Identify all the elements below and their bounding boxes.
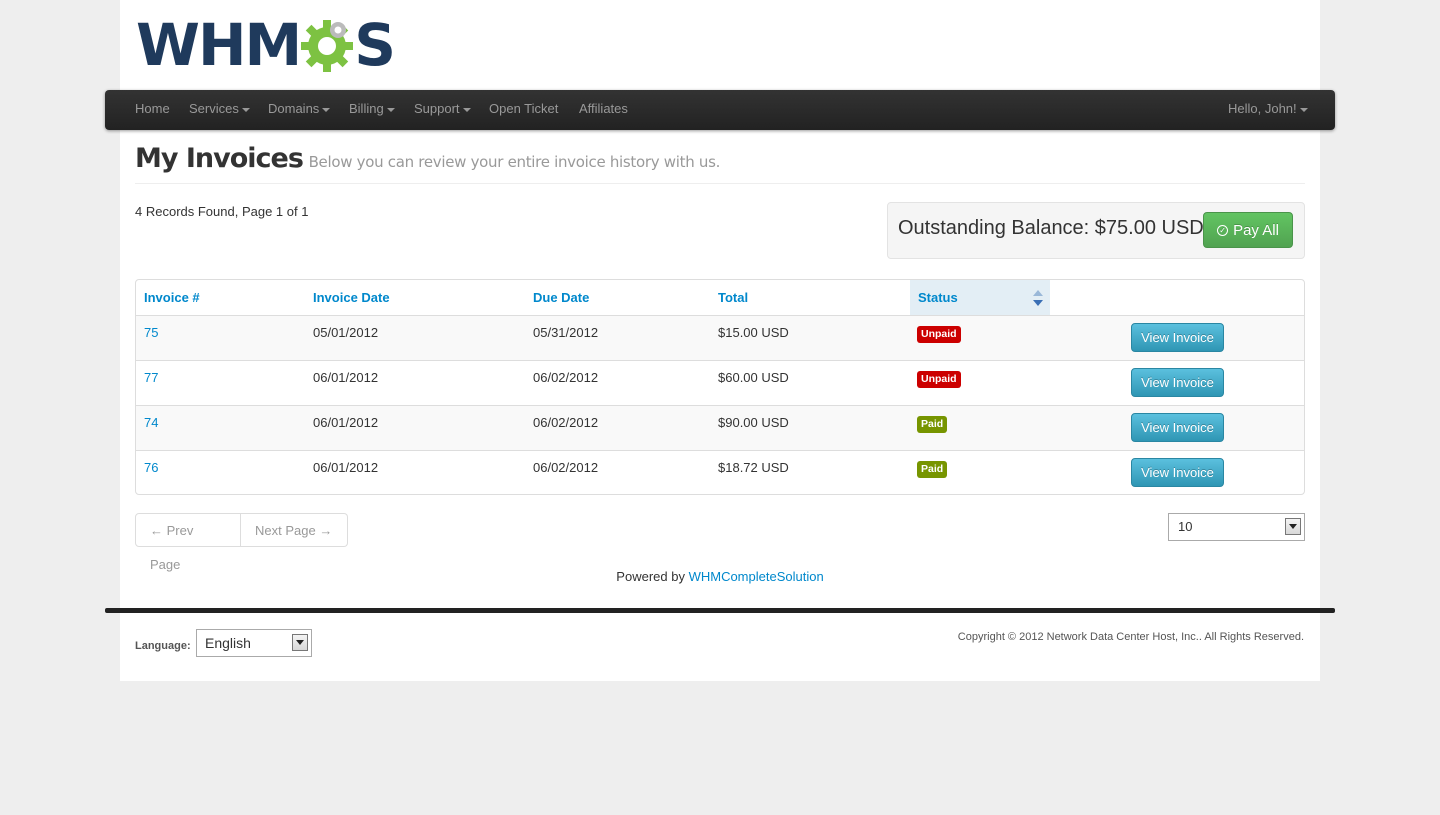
chevron-down-icon bbox=[1285, 518, 1301, 535]
column-header-due-date[interactable]: Due Date bbox=[533, 280, 589, 315]
table-header: Invoice # Invoice Date Due Date Total St… bbox=[136, 280, 1304, 316]
nav-home[interactable]: Home bbox=[135, 90, 170, 130]
due-date-cell: 06/02/2012 bbox=[533, 415, 599, 430]
status-badge: Paid bbox=[917, 416, 948, 433]
invoice-date-cell: 06/01/2012 bbox=[313, 370, 379, 385]
nav-billing-label: Billing bbox=[349, 101, 384, 116]
nav-affiliates-label: Affiliates bbox=[579, 101, 628, 116]
outstanding-balance-text: Outstanding Balance: $75.00 USD bbox=[898, 217, 1204, 239]
table-row: 76 06/01/2012 06/02/2012 $18.72 USD Paid… bbox=[136, 451, 1304, 494]
powered-by: Powered by WHMCompleteSolution bbox=[0, 569, 1440, 584]
status-badge: Unpaid bbox=[917, 326, 961, 343]
gear-icon bbox=[301, 20, 354, 72]
nav-home-label: Home bbox=[135, 101, 170, 116]
column-header-invoice-date[interactable]: Invoice Date bbox=[313, 280, 390, 315]
nav-open-ticket[interactable]: Open Ticket bbox=[489, 90, 558, 130]
logo-text-left: WHM bbox=[136, 11, 302, 79]
copyright-text: Copyright © 2012 Network Data Center Hos… bbox=[957, 631, 1304, 643]
page-subtitle: Below you can review your entire invoice… bbox=[308, 153, 721, 171]
language-value: English bbox=[205, 635, 251, 651]
prev-page-button[interactable]: ← Prev Page bbox=[135, 513, 241, 572]
column-header-total[interactable]: Total bbox=[718, 280, 748, 315]
invoice-number-link[interactable]: 77 bbox=[144, 361, 158, 405]
nav-domains-label: Domains bbox=[268, 101, 320, 116]
nav-affiliates[interactable]: Affiliates bbox=[579, 90, 628, 130]
page-title: My Invoices bbox=[135, 143, 304, 174]
invoice-number-link[interactable]: 75 bbox=[144, 316, 158, 360]
nav-services[interactable]: Services bbox=[189, 90, 250, 130]
column-header-status[interactable]: Status bbox=[918, 280, 958, 315]
nav-user-menu[interactable]: Hello, John! bbox=[1228, 90, 1308, 130]
language-select[interactable]: English bbox=[196, 629, 312, 657]
pagination: ← Prev Page Next Page → bbox=[135, 513, 348, 572]
nav-support[interactable]: Support bbox=[414, 90, 471, 130]
due-date-cell: 05/31/2012 bbox=[533, 325, 599, 340]
page-heading: My Invoices Below you can review your en… bbox=[135, 143, 1305, 184]
total-cell: $18.72 USD bbox=[718, 460, 789, 475]
total-cell: $15.00 USD bbox=[718, 325, 789, 340]
view-invoice-button[interactable]: View Invoice bbox=[1131, 323, 1224, 352]
status-badge: Paid bbox=[917, 461, 948, 478]
nav-domains[interactable]: Domains bbox=[268, 90, 331, 130]
total-cell: $90.00 USD bbox=[718, 415, 789, 430]
table-row: 74 06/01/2012 06/02/2012 $90.00 USD Paid… bbox=[136, 406, 1304, 451]
invoice-date-cell: 05/01/2012 bbox=[313, 325, 379, 340]
due-date-cell: 06/02/2012 bbox=[533, 370, 599, 385]
caret-down-icon bbox=[462, 107, 471, 112]
table-row: 75 05/01/2012 05/31/2012 $15.00 USD Unpa… bbox=[136, 316, 1304, 361]
language-label: Language: bbox=[135, 640, 191, 652]
invoice-date-cell: 06/01/2012 bbox=[313, 460, 379, 475]
check-circle-icon: ✓ bbox=[1217, 224, 1229, 236]
pay-all-button[interactable]: ✓ Pay All bbox=[1203, 212, 1293, 248]
nav-billing[interactable]: Billing bbox=[349, 90, 395, 130]
nav-open-ticket-label: Open Ticket bbox=[489, 101, 559, 116]
nav-user-label: Hello, John! bbox=[1228, 101, 1297, 116]
nav-support-label: Support bbox=[414, 101, 460, 116]
caret-down-icon bbox=[386, 107, 395, 112]
total-cell: $60.00 USD bbox=[718, 370, 789, 385]
logo-text-right: S bbox=[354, 11, 396, 79]
powered-by-prefix: Powered by bbox=[616, 569, 685, 584]
column-header-invoice-number[interactable]: Invoice # bbox=[144, 280, 200, 315]
caret-down-icon bbox=[322, 107, 331, 112]
invoice-number-link[interactable]: 74 bbox=[144, 406, 158, 450]
due-date-cell: 06/02/2012 bbox=[533, 460, 599, 475]
whmcs-logo[interactable]: WHM S bbox=[136, 11, 396, 79]
chevron-down-icon bbox=[292, 634, 308, 651]
invoice-date-cell: 06/01/2012 bbox=[313, 415, 379, 430]
main-navbar: Home Services Domains Billing Support Op… bbox=[105, 90, 1335, 130]
powered-by-link[interactable]: WHMCompleteSolution bbox=[689, 569, 824, 584]
caret-down-icon bbox=[1299, 107, 1308, 112]
invoice-number-link[interactable]: 76 bbox=[144, 451, 158, 494]
status-badge: Unpaid bbox=[917, 371, 961, 388]
table-row: 77 06/01/2012 06/02/2012 $60.00 USD Unpa… bbox=[136, 361, 1304, 406]
next-page-button[interactable]: Next Page → bbox=[241, 513, 348, 547]
pay-all-label: Pay All bbox=[1233, 222, 1279, 239]
view-invoice-button[interactable]: View Invoice bbox=[1131, 458, 1224, 487]
per-page-select[interactable]: 10 bbox=[1168, 513, 1305, 541]
per-page-value: 10 bbox=[1178, 519, 1193, 534]
view-invoice-button[interactable]: View Invoice bbox=[1131, 368, 1224, 397]
nav-services-label: Services bbox=[189, 101, 239, 116]
view-invoice-button[interactable]: View Invoice bbox=[1131, 413, 1224, 442]
records-info: 4 Records Found, Page 1 of 1 bbox=[135, 204, 309, 219]
footer-divider bbox=[105, 608, 1335, 613]
invoices-table: Invoice # Invoice Date Due Date Total St… bbox=[135, 279, 1305, 495]
caret-down-icon bbox=[241, 107, 250, 112]
outstanding-balance-box: Outstanding Balance: $75.00 USD ✓ Pay All bbox=[887, 202, 1305, 259]
sort-icon[interactable] bbox=[1032, 289, 1044, 307]
